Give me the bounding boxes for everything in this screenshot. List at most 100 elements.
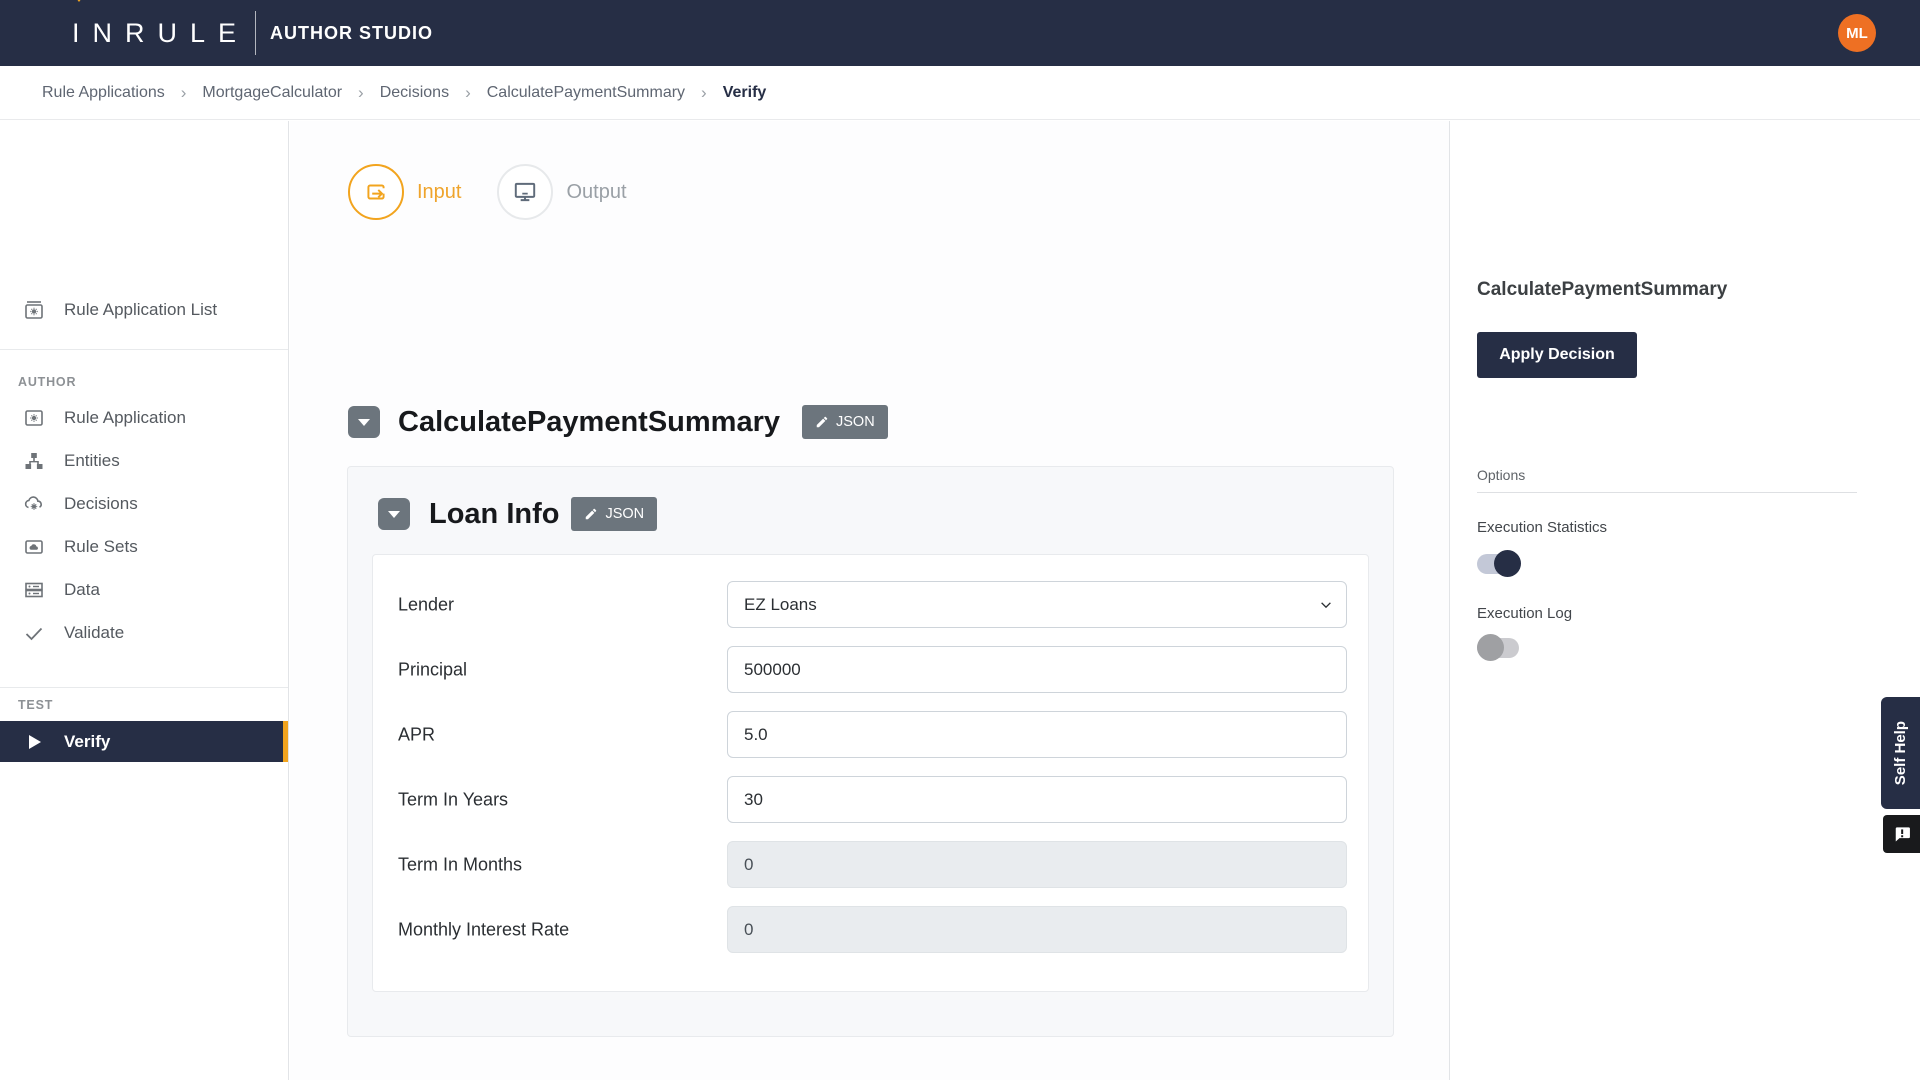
right-panel: CalculatePaymentSummary Apply Decision O…: [1449, 121, 1920, 1080]
user-avatar[interactable]: ML: [1838, 14, 1876, 52]
apr-label: APR: [398, 724, 435, 745]
options-divider: [1477, 492, 1857, 493]
loan-info-json-button[interactable]: JSON: [571, 497, 657, 531]
breadcrumb-current-verify: Verify: [723, 84, 767, 102]
sidebar-item-label: Validate: [64, 623, 124, 643]
sidebar-item-rule-application[interactable]: Rule Application: [0, 397, 288, 439]
term-in-months-input: [727, 841, 1347, 888]
loan-info-card: Loan Info JSON Lender EZ Loans Principal: [347, 466, 1394, 1037]
chevron-down-icon: [388, 511, 400, 518]
loan-info-title: Loan Info: [429, 498, 559, 531]
loan-info-header: Loan Info JSON: [378, 497, 657, 531]
sidebar-item-label: Decisions: [64, 494, 138, 514]
term-in-months-label: Term In Months: [398, 854, 522, 875]
logo-triangle-icon: [73, 0, 85, 2]
sidebar-item-label: Entities: [64, 451, 120, 471]
main-content: Input Output CalculatePaymentSummary JSO…: [290, 121, 1449, 1080]
logo-text: INRULE: [72, 20, 249, 47]
tab-input[interactable]: Input: [348, 164, 461, 220]
self-help-tab[interactable]: Self Help: [1881, 697, 1920, 809]
sidebar-item-rule-application-list[interactable]: Rule Application List: [0, 289, 288, 331]
sidebar-item-label: Data: [64, 580, 100, 600]
form-row-monthly-interest-rate: Monthly Interest Rate: [373, 906, 1368, 953]
loan-info-form: Lender EZ Loans Principal APR: [372, 554, 1369, 992]
self-help-label: Self Help: [1892, 721, 1909, 785]
breadcrumb: Rule Applications › MortgageCalculator ›…: [0, 66, 1920, 120]
sidebar-item-validate[interactable]: Validate: [0, 612, 288, 654]
monthly-interest-rate-input: [727, 906, 1347, 953]
pencil-icon: [815, 415, 829, 429]
form-row-principal: Principal: [373, 646, 1368, 693]
term-in-years-label: Term In Years: [398, 789, 508, 810]
entities-icon: [22, 449, 46, 473]
toggle-thumb: [1494, 550, 1521, 577]
sidebar-item-entities[interactable]: Entities: [0, 440, 288, 482]
tab-input-label: Input: [417, 181, 461, 204]
toggle-thumb: [1477, 634, 1504, 661]
sidebar-item-label: Rule Application: [64, 408, 186, 428]
breadcrumb-separator: ›: [181, 83, 187, 103]
form-row-lender: Lender EZ Loans: [373, 581, 1368, 628]
sidebar-section-test: TEST: [18, 698, 53, 712]
logo-divider: [255, 11, 256, 55]
decision-title: CalculatePaymentSummary: [398, 406, 780, 439]
sidebar-divider: [0, 349, 288, 350]
app-title: AUTHOR STUDIO: [270, 23, 433, 44]
breadcrumb-decisions[interactable]: Decisions: [380, 84, 449, 102]
feedback-button[interactable]: [1883, 815, 1920, 853]
breadcrumb-separator: ›: [701, 83, 707, 103]
collapse-loan-info-button[interactable]: [378, 498, 410, 530]
left-sidebar: Rule Application List AUTHOR Rule Applic…: [0, 121, 289, 1080]
sidebar-divider: [0, 687, 288, 688]
tab-output-label: Output: [566, 181, 626, 204]
validate-icon: [22, 621, 46, 645]
lender-select[interactable]: EZ Loans: [727, 581, 1347, 628]
app-header: INRULE AUTHOR STUDIO ML: [0, 0, 1920, 66]
sidebar-item-verify[interactable]: Verify: [0, 721, 288, 762]
sidebar-item-label: Rule Sets: [64, 537, 138, 557]
rule-application-list-icon: [22, 298, 46, 322]
form-row-apr: APR: [373, 711, 1368, 758]
apr-input[interactable]: [727, 711, 1347, 758]
breadcrumb-mortgagecalculator[interactable]: MortgageCalculator: [202, 84, 342, 102]
lender-label: Lender: [398, 594, 454, 615]
execution-log-toggle[interactable]: [1477, 634, 1521, 661]
panel-title: CalculatePaymentSummary: [1477, 279, 1727, 301]
form-row-term-in-years: Term In Years: [373, 776, 1368, 823]
play-icon: [22, 730, 46, 754]
options-label: Options: [1477, 467, 1525, 483]
json-button-label: JSON: [836, 414, 875, 430]
rule-application-icon: [22, 406, 46, 430]
sidebar-item-decisions[interactable]: Decisions: [0, 483, 288, 525]
inrule-logo: INRULE AUTHOR STUDIO: [72, 11, 433, 55]
collapse-decision-button[interactable]: [348, 406, 380, 438]
breadcrumb-separator: ›: [465, 83, 471, 103]
principal-label: Principal: [398, 659, 467, 680]
sidebar-item-rule-sets[interactable]: Rule Sets: [0, 526, 288, 568]
pencil-icon: [584, 507, 598, 521]
decision-json-button[interactable]: JSON: [802, 405, 888, 439]
sidebar-item-data[interactable]: Data: [0, 569, 288, 611]
execution-statistics-label: Execution Statistics: [1477, 519, 1607, 536]
input-icon: [348, 164, 404, 220]
principal-input[interactable]: [727, 646, 1347, 693]
sidebar-item-label: Verify: [64, 732, 110, 752]
tab-output[interactable]: Output: [497, 164, 626, 220]
decisions-icon: [22, 492, 46, 516]
feedback-bubble-icon: [1892, 824, 1912, 844]
execution-statistics-toggle[interactable]: [1477, 550, 1521, 577]
rule-sets-icon: [22, 535, 46, 559]
io-tabs: Input Output: [348, 164, 627, 220]
term-in-years-input[interactable]: [727, 776, 1347, 823]
breadcrumb-rule-applications[interactable]: Rule Applications: [42, 84, 165, 102]
breadcrumb-calculatepaymentsummary[interactable]: CalculatePaymentSummary: [487, 84, 685, 102]
json-button-label: JSON: [605, 506, 644, 522]
monthly-interest-rate-label: Monthly Interest Rate: [398, 919, 569, 940]
sidebar-section-author: AUTHOR: [18, 375, 76, 389]
sidebar-item-label: Rule Application List: [64, 300, 217, 320]
decision-header: CalculatePaymentSummary JSON: [348, 405, 888, 439]
data-icon: [22, 578, 46, 602]
form-row-term-in-months: Term In Months: [373, 841, 1368, 888]
chevron-down-icon: [358, 419, 370, 426]
apply-decision-button[interactable]: Apply Decision: [1477, 332, 1637, 378]
